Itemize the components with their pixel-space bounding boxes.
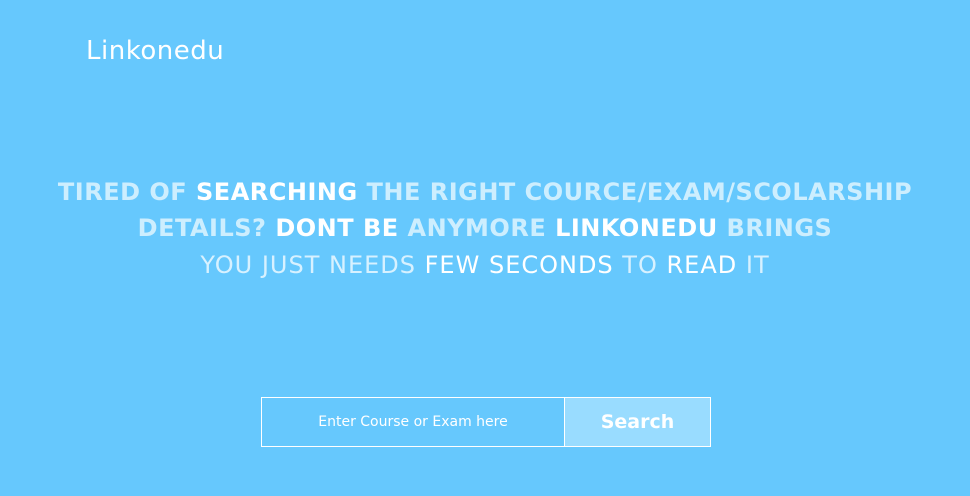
hero-line-2-part-3: anymore: [398, 214, 556, 242]
hero-line-1-emphasis: Searching: [196, 178, 358, 206]
search-input[interactable]: [261, 397, 565, 447]
hero-subline: you just needs few seconds to read it: [0, 250, 970, 280]
hero-line-2-emphasis-1: dont be: [275, 214, 399, 242]
hero-line-2-part-5: brings: [717, 214, 833, 242]
hero-line-1-part-3: the right cource/exam/scolarship: [357, 178, 913, 206]
hero-line-3-emphasis-1: few seconds: [424, 251, 614, 279]
hero-line-2-part-1: details?: [137, 214, 276, 242]
search-button[interactable]: Search: [565, 397, 711, 447]
hero-line-3-part-5: it: [737, 251, 770, 279]
hero-line-1: Tired of Searching the right cource/exam…: [0, 174, 970, 210]
hero-line-3-part-3: to: [613, 251, 667, 279]
hero-line-2-emphasis-2: Linkonedu: [555, 214, 718, 242]
hero-headline: Tired of Searching the right cource/exam…: [0, 174, 970, 246]
search-form: Search: [261, 397, 711, 447]
hero-line-3-emphasis-2: read: [666, 251, 738, 279]
hero-line-1-part-1: Tired of: [57, 178, 197, 206]
hero-line-3-part-1: you just needs: [200, 251, 425, 279]
hero-line-2: details? dont be anymore Linkonedu bring…: [0, 210, 970, 246]
logo[interactable]: Linkonedu: [86, 36, 224, 66]
